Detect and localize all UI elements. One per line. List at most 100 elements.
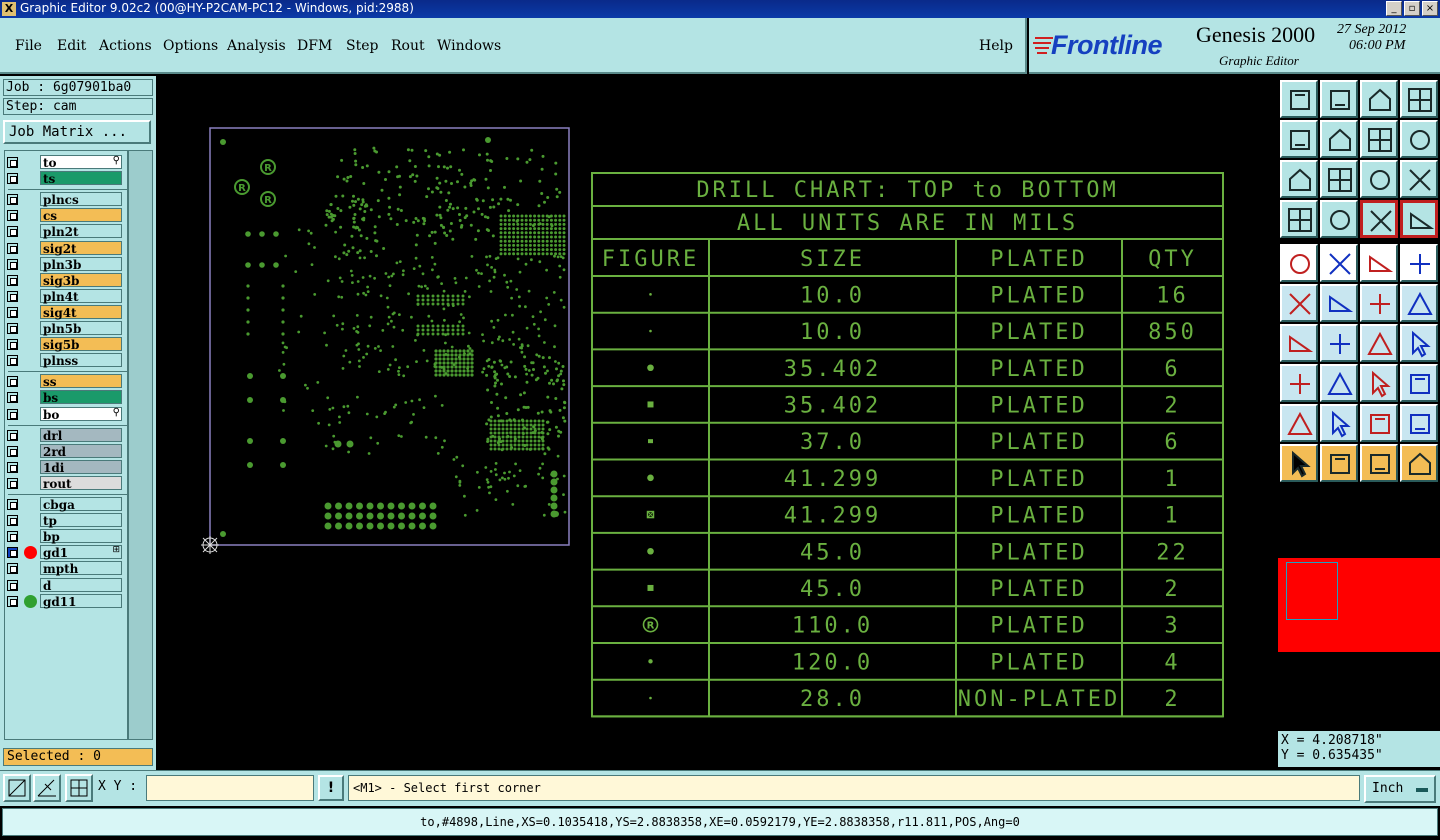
zoom-fit-tool[interactable] <box>1280 160 1318 198</box>
arc-tool[interactable] <box>1360 324 1398 362</box>
layer-row[interactable]: 2rd <box>4 443 124 459</box>
layer-name[interactable]: sig4t <box>40 304 122 320</box>
layer-name[interactable]: tp <box>40 513 122 528</box>
layer-row[interactable]: plncs <box>4 192 124 207</box>
layer-row[interactable]: cs <box>4 208 124 223</box>
menu-step[interactable]: Step <box>346 38 378 54</box>
layer-name[interactable]: sig5b <box>40 337 122 352</box>
layer-row[interactable]: sig2t <box>4 240 124 256</box>
layer-row[interactable]: ss <box>4 374 124 389</box>
drawing-area[interactable]: R R R DRILL CHART: TOP to BOTTOM ALL UNITS A… <box>156 76 1276 770</box>
zoom-out-tool[interactable] <box>1320 120 1358 158</box>
layer-name[interactable]: ts <box>40 171 122 186</box>
layer-row[interactable]: gd1 ⊞ <box>4 545 124 560</box>
layer-row[interactable]: pln4t <box>4 288 124 304</box>
layer-row[interactable]: cbga <box>4 497 124 512</box>
layer-name[interactable]: cbga <box>40 497 122 512</box>
text-tool-tool[interactable] <box>1400 324 1438 362</box>
select-window-tool[interactable] <box>1280 364 1318 402</box>
job-matrix-button[interactable]: Job Matrix ... <box>3 120 151 144</box>
slope-tool[interactable] <box>1320 324 1358 362</box>
layer-name[interactable]: rout <box>40 475 122 491</box>
menu-dfm[interactable]: DFM <box>297 38 332 54</box>
layer-row[interactable]: pln3b <box>4 256 124 272</box>
layer-row[interactable]: plnss <box>4 353 124 368</box>
app-icon[interactable]: X <box>2 2 16 16</box>
layer-name[interactable]: plnss <box>40 353 122 368</box>
measure-tool[interactable] <box>1280 200 1318 238</box>
ruler-tool[interactable] <box>1360 244 1398 282</box>
units-selector[interactable]: Inch <box>1364 775 1436 803</box>
undo-zoom-tool[interactable] <box>1360 120 1398 158</box>
layer-row[interactable]: pln2t <box>4 224 124 239</box>
layer-name[interactable]: sig2t <box>40 240 122 256</box>
menu-actions[interactable]: Actions <box>99 38 152 54</box>
layer-checkbox[interactable] <box>7 392 18 404</box>
layer-checkbox[interactable] <box>7 194 18 206</box>
scale-1-2-tool[interactable] <box>1360 160 1398 198</box>
layer-row[interactable]: gd11 <box>4 593 124 609</box>
layer-name[interactable]: pln3b <box>40 256 122 272</box>
layer-checkbox[interactable] <box>7 531 18 543</box>
layer-checkbox[interactable] <box>7 477 18 489</box>
layer-name[interactable]: bs <box>40 390 122 405</box>
grid-tool[interactable] <box>1320 200 1358 238</box>
triangle-a-tool[interactable] <box>1320 404 1358 442</box>
layer-row[interactable]: sig5b <box>4 337 124 352</box>
layer-row[interactable]: drl <box>4 427 124 443</box>
layer-checkbox[interactable] <box>7 445 18 457</box>
layer-row[interactable]: mpth <box>4 561 124 576</box>
angle-mode-button[interactable] <box>33 774 61 802</box>
layer-checkbox[interactable] <box>7 376 18 388</box>
snap-mode-button[interactable] <box>3 774 31 802</box>
menu-analysis[interactable]: Analysis <box>227 38 286 54</box>
layer-checkbox[interactable] <box>7 173 18 185</box>
redraw-tool[interactable] <box>1400 120 1438 158</box>
menu-rout[interactable]: Rout <box>391 38 425 54</box>
exclamation-button[interactable]: ! <box>318 775 344 801</box>
layer-row[interactable]: sig4t <box>4 304 124 320</box>
layer-checkbox[interactable] <box>7 306 18 318</box>
pad-tool[interactable] <box>1280 244 1318 282</box>
overview-map[interactable] <box>1278 486 1440 726</box>
layer-checkbox[interactable] <box>7 579 18 591</box>
menu-windows[interactable]: Windows <box>437 38 501 54</box>
graphic-canvas[interactable]: R R R DRILL CHART: TOP to BOTTOM ALL UNITS A… <box>156 76 1276 770</box>
layer-row[interactable]: ts <box>4 171 124 186</box>
line-tool[interactable] <box>1320 244 1358 282</box>
layer-checkbox[interactable] <box>7 274 18 286</box>
dimension-tool[interactable] <box>1360 364 1398 402</box>
component-tool[interactable] <box>1400 364 1438 402</box>
help-tool[interactable] <box>1400 160 1438 198</box>
layer-name[interactable]: bo <box>40 406 122 422</box>
layer-checkbox[interactable] <box>7 563 18 575</box>
layer-name[interactable]: cs <box>40 208 122 223</box>
triangle-cross-tool[interactable] <box>1400 404 1438 442</box>
layer-checkbox[interactable] <box>7 408 18 420</box>
menu-options[interactable]: Options <box>163 38 218 54</box>
layer-name[interactable]: 1di <box>40 459 122 475</box>
layer-name[interactable]: pln4t <box>40 288 122 304</box>
layer-row[interactable]: to ⚲ <box>4 155 124 170</box>
minus-tool[interactable] <box>1320 364 1358 402</box>
layer-name[interactable]: to <box>40 155 122 170</box>
layer-checkbox[interactable] <box>7 226 18 238</box>
layer-name[interactable]: pln5b <box>40 321 122 336</box>
select-box-tool[interactable] <box>1320 444 1358 482</box>
layer-checkbox[interactable] <box>7 355 18 367</box>
connect-tool[interactable] <box>1280 284 1318 322</box>
round-pad-tool[interactable] <box>1400 244 1438 282</box>
layer-checkbox[interactable] <box>7 595 18 607</box>
zoom-center-tool[interactable] <box>1320 160 1358 198</box>
move-point-tool[interactable] <box>1360 284 1398 322</box>
layer-checkbox[interactable] <box>7 323 18 334</box>
layer-checkbox[interactable] <box>7 515 18 527</box>
layer-name[interactable]: 2rd <box>40 443 122 459</box>
angle-tool-tool[interactable] <box>1280 324 1318 362</box>
layer-name[interactable]: drl <box>40 427 122 443</box>
layer-row[interactable]: rout <box>4 475 124 491</box>
layer-row[interactable]: d <box>4 577 124 593</box>
layer-name[interactable]: pln2t <box>40 224 122 239</box>
menu-help[interactable]: Help <box>979 38 1013 54</box>
layer-row[interactable]: pln5b <box>4 321 124 336</box>
